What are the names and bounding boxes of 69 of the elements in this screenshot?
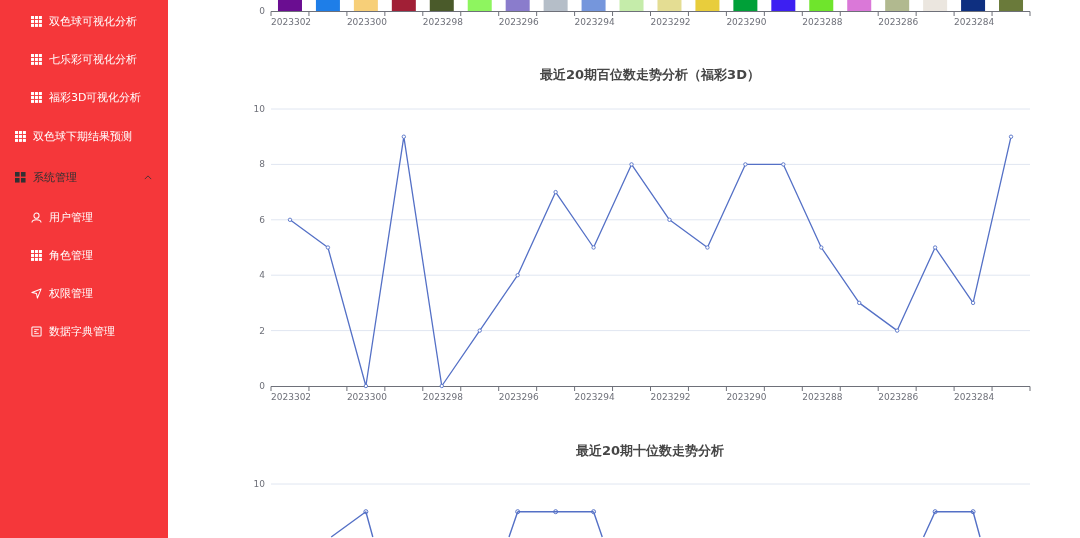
data-point — [857, 300, 862, 306]
axis-label: 2023298 — [422, 392, 463, 402]
grid-icon — [15, 172, 26, 183]
axis-label: 2023286 — [878, 17, 919, 27]
axis-label: 2023294 — [574, 392, 615, 402]
axis-label: 2023292 — [650, 392, 691, 402]
axis-label: 2023290 — [726, 392, 767, 402]
data-point — [287, 217, 293, 222]
menu-item[interactable]: 福彩3D可视化分析 — [0, 78, 168, 116]
axis-label: 2023292 — [650, 17, 691, 27]
data-point — [515, 273, 520, 278]
data-point — [1008, 134, 1014, 139]
grid-icon — [31, 15, 42, 27]
user-icon — [31, 211, 42, 223]
axis-label: 2023296 — [498, 392, 539, 402]
axis-label: 2023302 — [271, 17, 312, 27]
data-point — [781, 162, 786, 167]
grid-icon — [31, 249, 42, 261]
axis-label: 2023300 — [346, 17, 387, 27]
menu-item[interactable]: 双色球可视化分析 — [0, 2, 168, 40]
data-point — [743, 162, 748, 167]
grid-icon — [31, 91, 42, 103]
axis-label: 2023294 — [574, 17, 615, 27]
data-point — [401, 134, 406, 139]
grid-icon — [31, 53, 42, 65]
caret-icon — [144, 175, 152, 180]
data-point — [553, 189, 558, 195]
menu-item[interactable]: 系统管理 — [0, 157, 168, 198]
data-point — [819, 245, 824, 250]
axis-label: 6 — [259, 214, 265, 225]
axis-label: 2023288 — [802, 392, 843, 402]
send-icon — [31, 287, 42, 299]
data-point — [325, 245, 331, 250]
axis-label: 2023302 — [271, 392, 312, 402]
menu-item[interactable]: 角色管理 — [0, 236, 168, 274]
data-point — [439, 383, 444, 389]
axis-label: 2023284 — [954, 392, 995, 402]
document-icon — [31, 325, 42, 337]
data-point — [970, 300, 976, 306]
axis-label: 2 — [259, 325, 265, 336]
data-point — [705, 245, 710, 250]
data-point — [667, 217, 672, 222]
chart-title: 最近20期百位数走势分析（福彩3D） — [540, 67, 760, 82]
axis-label: 2023296 — [498, 17, 539, 27]
axis-label: 4 — [259, 270, 265, 281]
axis-label: 0 — [259, 6, 265, 16]
data-point — [895, 328, 900, 333]
axis-label: 2023290 — [726, 17, 767, 27]
axis-label: 2023286 — [878, 392, 919, 402]
chart-title: 最近20期十位数走势分析 — [575, 443, 725, 458]
axis-label: 2023300 — [346, 392, 387, 402]
menu-item[interactable]: 双色球下期结果预测 — [0, 116, 168, 157]
data-point — [591, 245, 596, 250]
data-point — [932, 245, 938, 250]
data-point — [477, 328, 482, 333]
menu-item[interactable]: 权限管理 — [0, 274, 168, 312]
axis-label: 0 — [259, 381, 265, 391]
axis-label: 2023284 — [954, 17, 995, 27]
data-point — [363, 383, 369, 389]
menu-item[interactable]: 用户管理 — [0, 198, 168, 236]
data-point — [629, 162, 634, 167]
axis-label: 10 — [253, 479, 265, 489]
menu-item[interactable]: 七乐彩可视化分析 — [0, 40, 168, 78]
axis-label: 2023288 — [802, 17, 843, 27]
grid-icon — [15, 131, 26, 142]
menu-item[interactable]: 数据字典管理 — [0, 312, 168, 350]
axis-label: 8 — [259, 159, 265, 170]
axis-label: 2023298 — [422, 17, 463, 27]
axis-label: 10 — [253, 104, 265, 114]
